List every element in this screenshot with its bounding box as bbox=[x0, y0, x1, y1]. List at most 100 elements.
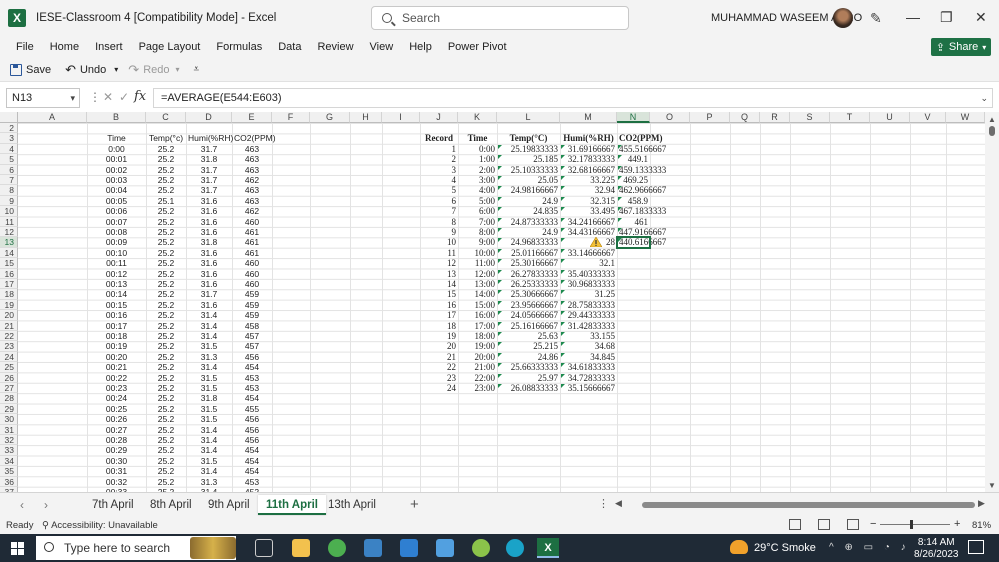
row-header-22[interactable]: 22 bbox=[0, 331, 18, 342]
table-cell[interactable]: 467.1833333 bbox=[619, 206, 666, 216]
table-cell[interactable]: 31.6 bbox=[188, 248, 230, 258]
horizontal-scroll-thumb[interactable] bbox=[642, 502, 975, 508]
table-cell[interactable]: 462 bbox=[234, 175, 270, 185]
more-icon[interactable]: ⋮ bbox=[598, 497, 609, 510]
table-cell[interactable]: 32.315 bbox=[562, 196, 615, 206]
row-header-24[interactable]: 24 bbox=[0, 351, 18, 363]
table-cell[interactable]: 31.4 bbox=[188, 435, 230, 445]
scroll-right-icon[interactable]: ▶ bbox=[978, 498, 985, 509]
table-cell[interactable]: 3:00 bbox=[460, 175, 495, 185]
system-tray-icons[interactable]: ^ ⊕ ▭ ◔ ♪ bbox=[829, 542, 910, 553]
table-cell[interactable]: 26.27833333 bbox=[499, 269, 558, 279]
table-cell[interactable]: 13 bbox=[422, 269, 456, 279]
table-cell[interactable]: 00:11 bbox=[89, 258, 144, 268]
column-header-v[interactable]: V bbox=[910, 112, 946, 123]
column-header-p[interactable]: P bbox=[690, 112, 730, 123]
table-cell[interactable]: 31.4 bbox=[188, 331, 230, 341]
table-cell[interactable]: 00:19 bbox=[89, 341, 144, 351]
normal-view-icon[interactable] bbox=[789, 519, 801, 530]
table-cell[interactable]: 6:00 bbox=[460, 206, 495, 216]
column-header-h[interactable]: H bbox=[350, 112, 382, 123]
table-cell[interactable]: 24.86 bbox=[499, 352, 558, 362]
tab-file[interactable]: File bbox=[16, 41, 34, 53]
table-cell[interactable]: 25.2 bbox=[148, 237, 184, 247]
table-cell[interactable]: 7 bbox=[422, 206, 457, 216]
row-header-35[interactable]: 35 bbox=[0, 466, 18, 477]
table-cell[interactable]: 31.6 bbox=[188, 206, 230, 216]
table-cell[interactable]: 34.24166667 bbox=[562, 217, 615, 227]
table-cell[interactable]: 31.5 bbox=[188, 404, 230, 414]
table-cell[interactable]: 18:00 bbox=[460, 331, 495, 341]
warning-icon[interactable] bbox=[589, 236, 603, 248]
table-cell[interactable]: 19 bbox=[422, 331, 456, 341]
table-cell[interactable]: 460 bbox=[234, 279, 270, 289]
table-cell[interactable]: 34.61833333 bbox=[562, 362, 615, 372]
close-icon[interactable]: ✕ bbox=[975, 9, 987, 26]
table-cell[interactable]: 31.8 bbox=[188, 237, 230, 247]
row-header-27[interactable]: 27 bbox=[0, 383, 18, 394]
table-cell[interactable]: 461 bbox=[234, 237, 270, 247]
table-cell[interactable]: 00:01 bbox=[89, 154, 144, 164]
table-cell[interactable]: 11:00 bbox=[460, 258, 495, 268]
table-cell[interactable]: 33.155 bbox=[562, 331, 615, 341]
table-cell[interactable]: 461 bbox=[619, 217, 649, 227]
row-header-2[interactable]: 2 bbox=[0, 123, 18, 134]
table-cell[interactable]: 25.2 bbox=[148, 404, 184, 414]
scroll-left-icon[interactable]: ◀ bbox=[615, 498, 622, 509]
table-cell[interactable]: 25.10333333 bbox=[499, 165, 558, 175]
zoom-in-button[interactable]: + bbox=[954, 518, 960, 530]
table-cell[interactable]: 25.66333333 bbox=[499, 362, 558, 372]
table-cell[interactable]: 20 bbox=[422, 341, 456, 351]
column-header-q[interactable]: Q bbox=[730, 112, 760, 123]
weather-icon[interactable] bbox=[730, 540, 748, 554]
table-cell[interactable]: 00:05 bbox=[89, 196, 144, 206]
table-cell[interactable]: 25.2 bbox=[148, 477, 184, 487]
table-header[interactable]: Record bbox=[422, 133, 456, 143]
table-cell[interactable]: 462 bbox=[234, 206, 270, 216]
table-header[interactable]: Humi(%RH) bbox=[188, 133, 233, 143]
column-header-r[interactable]: R bbox=[760, 112, 790, 123]
table-cell[interactable]: 00:09 bbox=[89, 237, 144, 247]
table-cell[interactable]: 00:18 bbox=[89, 331, 144, 341]
table-cell[interactable]: 25.2 bbox=[148, 435, 184, 445]
table-cell[interactable]: 25.2 bbox=[148, 321, 184, 331]
table-cell[interactable]: 31.3 bbox=[188, 352, 230, 362]
table-cell[interactable]: 25.2 bbox=[148, 383, 184, 393]
row-header-21[interactable]: 21 bbox=[0, 320, 18, 331]
table-cell[interactable]: 459 bbox=[234, 289, 270, 299]
table-cell[interactable]: 31.4 bbox=[188, 425, 230, 435]
table-cell[interactable]: 25.2 bbox=[148, 414, 184, 424]
table-cell[interactable]: 16:00 bbox=[460, 310, 495, 320]
search-highlight-icon[interactable] bbox=[190, 537, 236, 559]
table-cell[interactable]: 25.2 bbox=[148, 466, 184, 476]
accessibility-status[interactable]: ⚲ Accessibility: Unavailable bbox=[42, 520, 158, 531]
table-cell[interactable]: 28 bbox=[562, 237, 615, 247]
table-cell[interactable]: 25.215 bbox=[499, 341, 558, 351]
weather-text[interactable]: 29°C Smoke bbox=[754, 542, 816, 554]
table-cell[interactable]: 00:07 bbox=[89, 217, 144, 227]
column-header-e[interactable]: E bbox=[232, 112, 272, 123]
table-cell[interactable]: 33.225 bbox=[562, 175, 615, 185]
table-cell[interactable]: 455.5166667 bbox=[619, 144, 666, 154]
table-cell[interactable]: 25.2 bbox=[148, 248, 184, 258]
table-cell[interactable]: 25.63 bbox=[499, 331, 558, 341]
column-header-w[interactable]: W bbox=[946, 112, 985, 123]
table-cell[interactable]: 34.72833333 bbox=[562, 373, 615, 383]
column-header-f[interactable]: F bbox=[272, 112, 310, 123]
row-header-23[interactable]: 23 bbox=[0, 341, 18, 352]
table-cell[interactable]: 25.2 bbox=[148, 310, 184, 320]
tab-view[interactable]: View bbox=[370, 41, 394, 53]
table-cell[interactable]: 31.4 bbox=[188, 310, 230, 320]
row-header-29[interactable]: 29 bbox=[0, 403, 18, 415]
table-cell[interactable]: 00:02 bbox=[89, 165, 144, 175]
table-cell[interactable]: 31.6 bbox=[188, 217, 230, 227]
row-header-26[interactable]: 26 bbox=[0, 372, 18, 383]
table-header[interactable]: CO2(PPM) bbox=[619, 133, 662, 143]
row-header-25[interactable]: 25 bbox=[0, 362, 18, 373]
edge-icon[interactable] bbox=[506, 539, 524, 557]
table-cell[interactable]: 6 bbox=[422, 196, 457, 206]
table-cell[interactable]: 23.95666667 bbox=[499, 300, 558, 310]
column-header-j[interactable]: J bbox=[420, 112, 458, 123]
sheet-tab-13th-april[interactable]: 13th April bbox=[320, 495, 384, 515]
table-cell[interactable]: 460 bbox=[234, 269, 270, 279]
